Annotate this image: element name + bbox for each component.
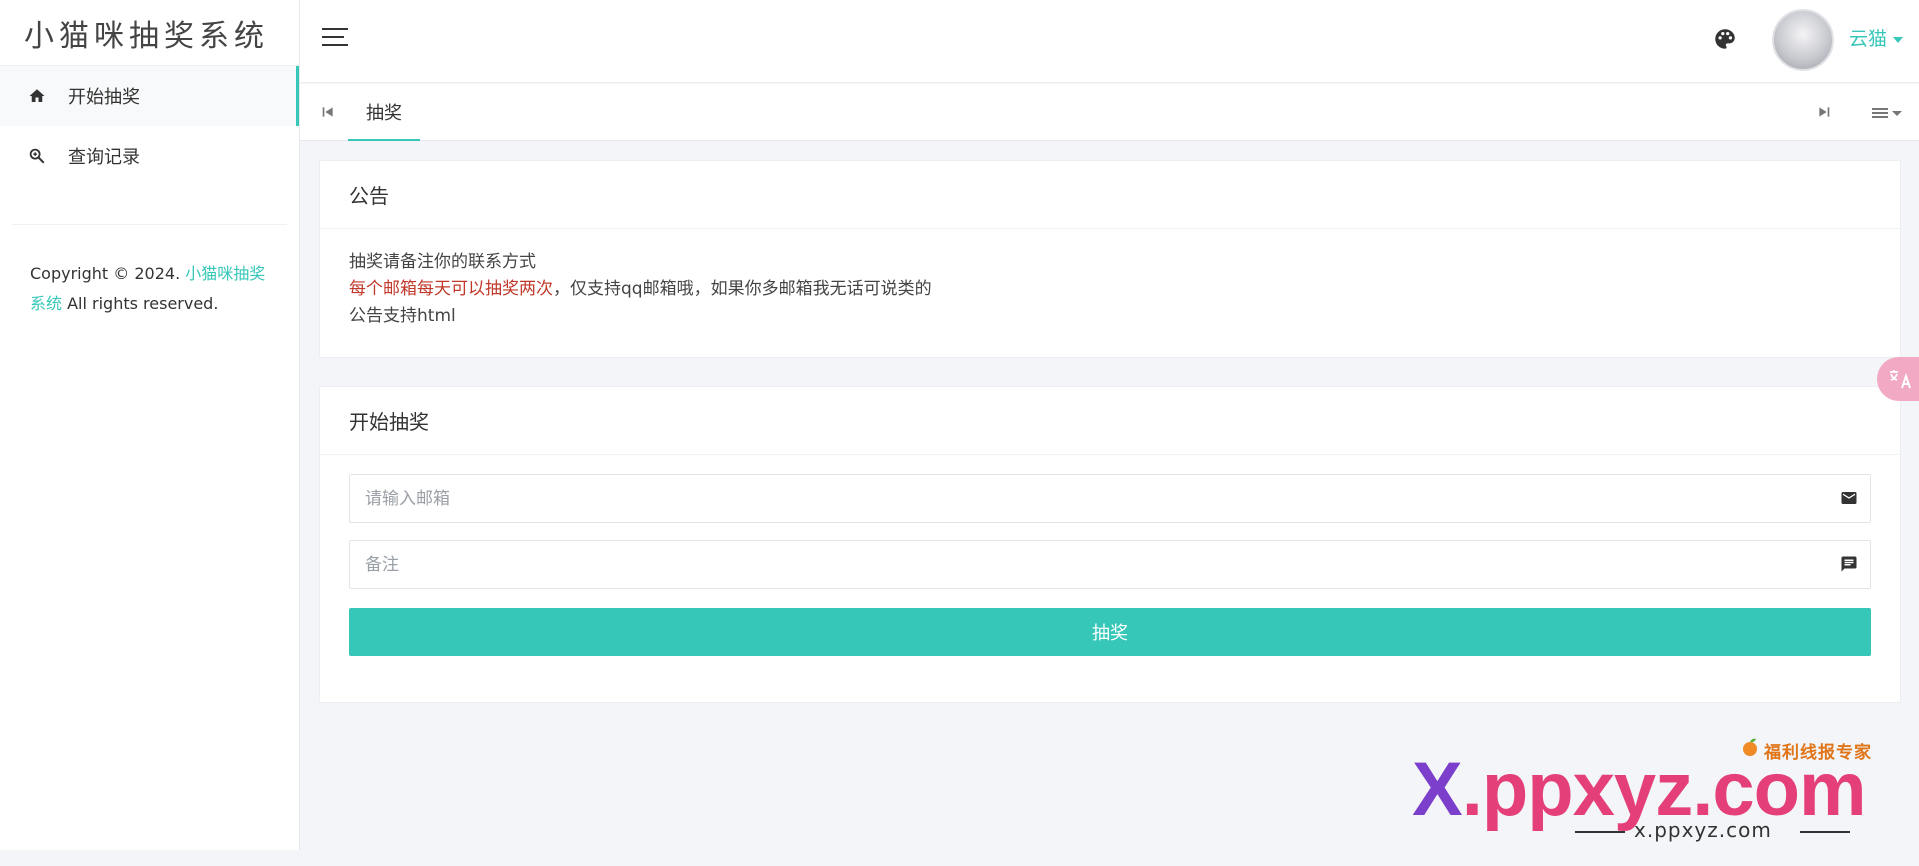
- notice-line-1: 抽奖请备注你的联系方式: [349, 252, 536, 272]
- sidebar-item-start-draw[interactable]: 开始抽奖: [0, 66, 299, 126]
- home-icon: [29, 89, 45, 102]
- notice-line-2: 每个邮箱每天可以抽奖两次，仅支持qq邮箱哦，如果你多邮箱我无话可说类的: [349, 276, 1871, 303]
- note-input[interactable]: [350, 541, 1870, 588]
- draw-card: 开始抽奖 抽奖: [319, 386, 1901, 703]
- notice-line-3: 公告支持html: [349, 306, 456, 326]
- envelope-icon: [1841, 492, 1857, 504]
- email-input[interactable]: [350, 475, 1870, 522]
- skip-next-icon[interactable]: [1816, 104, 1832, 120]
- copyright-suffix: All rights reserved.: [62, 294, 219, 313]
- watermark-line-right: [1800, 831, 1850, 833]
- notice-title: 公告: [320, 161, 1900, 229]
- translate-icon: [1890, 370, 1911, 389]
- comment-icon: [1841, 556, 1857, 572]
- notice-highlight: 每个邮箱每天可以抽奖两次: [349, 279, 553, 299]
- sidebar: 小猫咪抽奖系统 开始抽奖 查询记录 Copyright © 2024. 小猫咪抽…: [0, 0, 300, 850]
- topbar: 云猫: [300, 0, 1919, 83]
- avatar[interactable]: [1772, 9, 1834, 71]
- caret-down-icon: [1893, 36, 1904, 43]
- copyright: Copyright © 2024. 小猫咪抽奖系统 All rights res…: [0, 225, 299, 319]
- email-field-wrapper: [349, 474, 1871, 523]
- watermark-logo-x: X: [1412, 747, 1463, 832]
- sidebar-item-label: 开始抽奖: [68, 87, 140, 108]
- username: 云猫: [1849, 28, 1888, 50]
- draw-title: 开始抽奖: [320, 387, 1900, 455]
- app-logo[interactable]: 小猫咪抽奖系统: [0, 0, 299, 66]
- tab-draw[interactable]: 抽奖: [348, 84, 420, 141]
- note-field-wrapper: [349, 540, 1871, 589]
- watermark-logo: X.ppxyz.com: [1412, 752, 1867, 828]
- user-menu[interactable]: 云猫: [1849, 24, 1904, 51]
- search-zoom-icon: [29, 148, 45, 164]
- menu-toggle-icon[interactable]: [322, 28, 348, 48]
- notice-card: 公告 抽奖请备注你的联系方式 每个邮箱每天可以抽奖两次，仅支持qq邮箱哦，如果你…: [319, 160, 1901, 358]
- draw-form: 抽奖: [320, 455, 1900, 656]
- tab-label: 抽奖: [366, 102, 402, 124]
- notice-body: 抽奖请备注你的联系方式 每个邮箱每天可以抽奖两次，仅支持qq邮箱哦，如果你多邮箱…: [320, 229, 1900, 350]
- tab-options-icon[interactable]: [1872, 105, 1904, 121]
- translate-float-button[interactable]: [1877, 357, 1919, 401]
- draw-submit-button[interactable]: 抽奖: [349, 608, 1871, 656]
- watermark-line-left: [1575, 831, 1625, 833]
- sidebar-item-label: 查询记录: [68, 147, 140, 168]
- watermark-url: x.ppxyz.com: [1634, 818, 1772, 842]
- palette-icon[interactable]: [1712, 26, 1738, 52]
- notice-line-2-rest: ，仅支持qq邮箱哦，如果你多邮箱我无话可说类的: [553, 279, 932, 299]
- sidebar-item-query-records[interactable]: 查询记录: [0, 126, 299, 186]
- copyright-prefix: Copyright © 2024.: [30, 264, 186, 283]
- skip-previous-icon[interactable]: [320, 104, 336, 120]
- tab-bar: 抽奖: [300, 84, 1919, 141]
